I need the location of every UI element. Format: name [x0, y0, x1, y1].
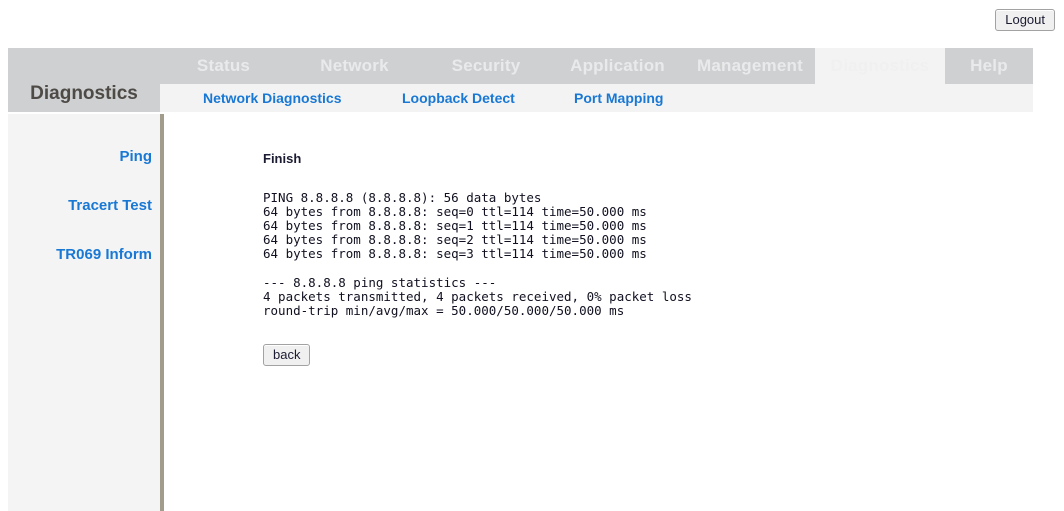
- subnav-item-network-diagnostics[interactable]: Network Diagnostics: [203, 84, 341, 112]
- back-button[interactable]: back: [263, 344, 310, 366]
- nav-item-diagnostics[interactable]: Diagnostics: [815, 48, 945, 84]
- sub-navigation: Network Diagnostics Loopback Detect Port M…: [160, 84, 1033, 112]
- subnav-item-loopback-detect[interactable]: Loopback Detect: [402, 84, 515, 112]
- ping-output-text: PING 8.8.8.8 (8.8.8.8): 56 data bytes 64…: [263, 191, 692, 318]
- sidebar-item-tracert-test[interactable]: Tracert Test: [68, 197, 152, 214]
- main-content: Finish PING 8.8.8.8 (8.8.8.8): 56 data b…: [164, 114, 1064, 511]
- nav-item-management[interactable]: Management: [685, 48, 815, 84]
- finish-heading: Finish: [263, 151, 301, 166]
- sidebar: Ping Tracert Test TR069 Inform: [8, 114, 164, 511]
- nav-item-network[interactable]: Network: [287, 48, 422, 84]
- page-title-box: Diagnostics: [8, 48, 160, 112]
- sidebar-item-ping[interactable]: Ping: [120, 148, 153, 165]
- subnav-item-port-mapping[interactable]: Port Mapping: [574, 84, 663, 112]
- nav-item-status[interactable]: Status: [160, 48, 287, 84]
- nav-item-security[interactable]: Security: [422, 48, 550, 84]
- sidebar-item-tr069-inform[interactable]: TR069 Inform: [56, 246, 152, 263]
- nav-item-application[interactable]: Application: [550, 48, 685, 84]
- top-bar: Logout: [0, 0, 1064, 45]
- logout-button[interactable]: Logout: [995, 9, 1055, 31]
- page-title: Diagnostics: [16, 83, 152, 105]
- nav-item-help[interactable]: Help: [945, 48, 1033, 84]
